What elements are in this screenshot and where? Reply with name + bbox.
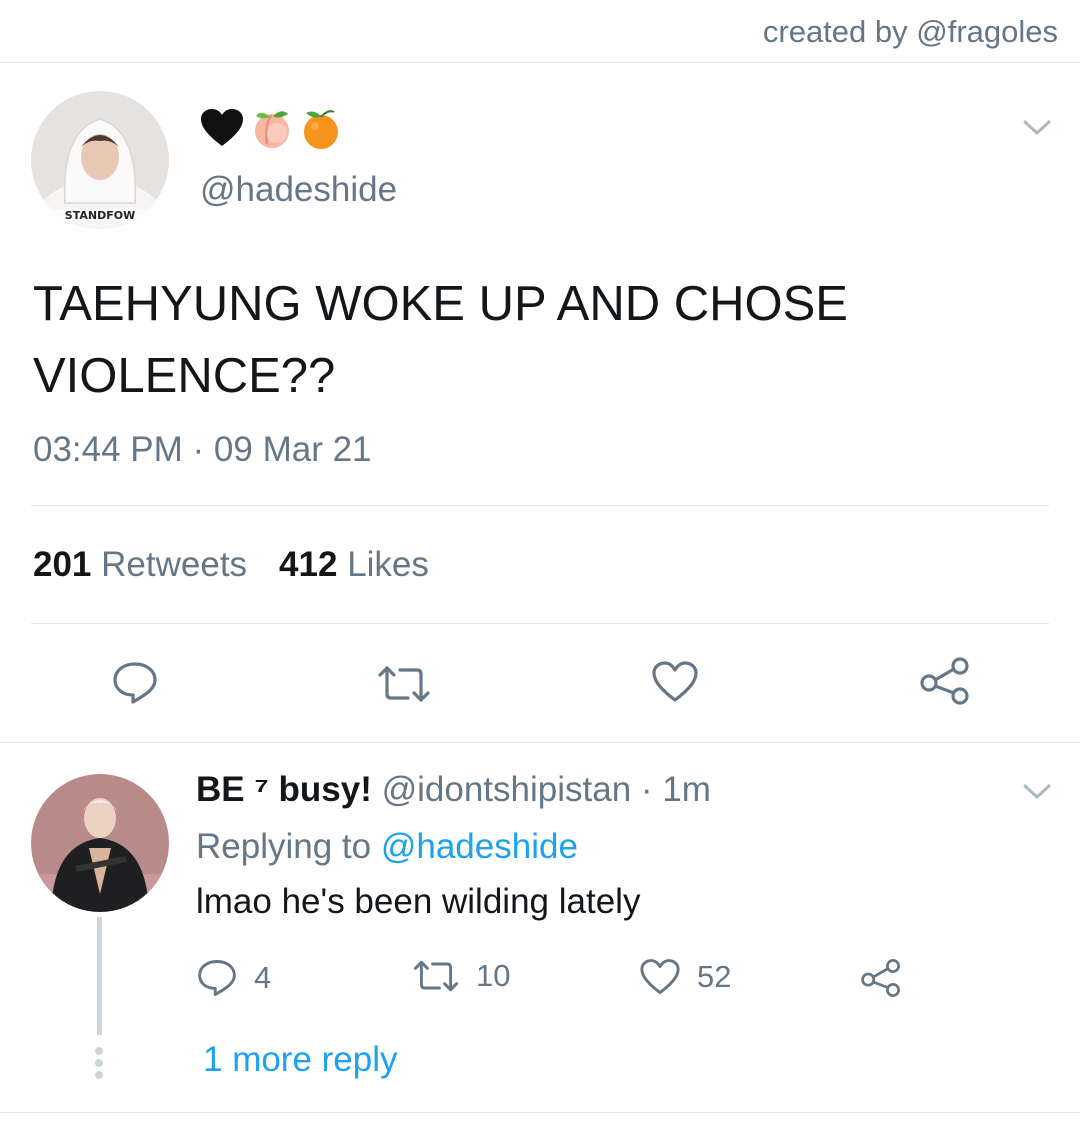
reply-share-icon — [861, 959, 900, 997]
reply-time: · 1m — [640, 770, 711, 809]
tangerine-icon — [304, 110, 338, 149]
likes-count: 412 — [279, 545, 338, 584]
display-name-emojis — [200, 106, 342, 150]
tweet-timestamp[interactable]: 03:44 PM · 09 Mar 21 — [33, 430, 372, 470]
more-replies-link[interactable]: 1 more reply — [203, 1040, 398, 1080]
reply-retweet-action[interactable]: 10 — [412, 958, 510, 994]
chevron-down-icon[interactable] — [1022, 118, 1052, 138]
reply-author-name[interactable]: BE ⁷ busy! — [196, 770, 372, 809]
reply-reply-icon — [198, 960, 236, 996]
author-avatar[interactable]: STANDFOW — [31, 91, 169, 229]
reply-retweet-count: 10 — [476, 958, 511, 993]
stats-bottom-divider — [31, 623, 1049, 624]
reply-like-icon — [640, 959, 680, 995]
tweet-bottom-divider — [0, 742, 1080, 743]
tweet-text-line-2: VIOLENCE?? — [33, 349, 336, 403]
reply-reply-count: 4 — [254, 960, 272, 995]
stats-top-divider — [31, 505, 1049, 506]
retweets-label: Retweets — [101, 545, 248, 584]
author-handle[interactable]: @hadeshide — [200, 170, 397, 210]
header-divider — [0, 62, 1080, 63]
reply-retweet-icon — [413, 960, 459, 992]
like-icon[interactable] — [651, 660, 699, 704]
reply-header: BE ⁷ busy! @idontshipistan · 1m — [196, 770, 711, 810]
thread-dots — [95, 1047, 104, 1083]
tweet-text: TAEHYUNG WOKE UP AND CHOSE VIOLENCE?? — [33, 268, 1033, 412]
likes-label: Likes — [347, 545, 429, 584]
reply-like-action[interactable]: 52 — [639, 958, 731, 996]
replying-to-link[interactable]: @hadeshide — [381, 827, 578, 866]
reply-text: lmao he's been wilding lately — [196, 882, 641, 921]
replying-to-prefix: Replying to — [196, 827, 372, 866]
avatar-caption: STANDFOW — [65, 209, 135, 222]
black-heart-icon — [201, 109, 243, 146]
peach-icon — [255, 111, 289, 148]
thread-line — [97, 917, 102, 1035]
reply-author-handle[interactable]: @idontshipistan — [382, 770, 632, 809]
share-icon[interactable] — [919, 656, 971, 706]
retweets-stat[interactable]: 201 Retweets — [33, 545, 247, 585]
reply-chevron-down-icon[interactable] — [1022, 782, 1052, 802]
reply-share-action[interactable] — [860, 958, 902, 998]
reply-icon[interactable] — [111, 660, 159, 706]
retweets-count: 201 — [33, 545, 92, 584]
retweet-icon[interactable] — [376, 664, 432, 704]
credit-text: created by @fragoles — [762, 14, 1058, 49]
tweet-text-line-1: TAEHYUNG WOKE UP AND CHOSE — [33, 277, 848, 331]
reply-reply-action[interactable]: 4 — [196, 958, 271, 998]
likes-stat[interactable]: 412 Likes — [279, 545, 429, 585]
tweet-stats: 201 Retweets 412 Likes — [33, 545, 429, 585]
reply-actions: 4 10 52 — [196, 958, 956, 1004]
bottom-divider — [0, 1112, 1080, 1113]
replying-to: Replying to @hadeshide — [196, 827, 578, 867]
reply-like-count: 52 — [697, 959, 732, 994]
reply-author-avatar[interactable] — [31, 774, 169, 912]
